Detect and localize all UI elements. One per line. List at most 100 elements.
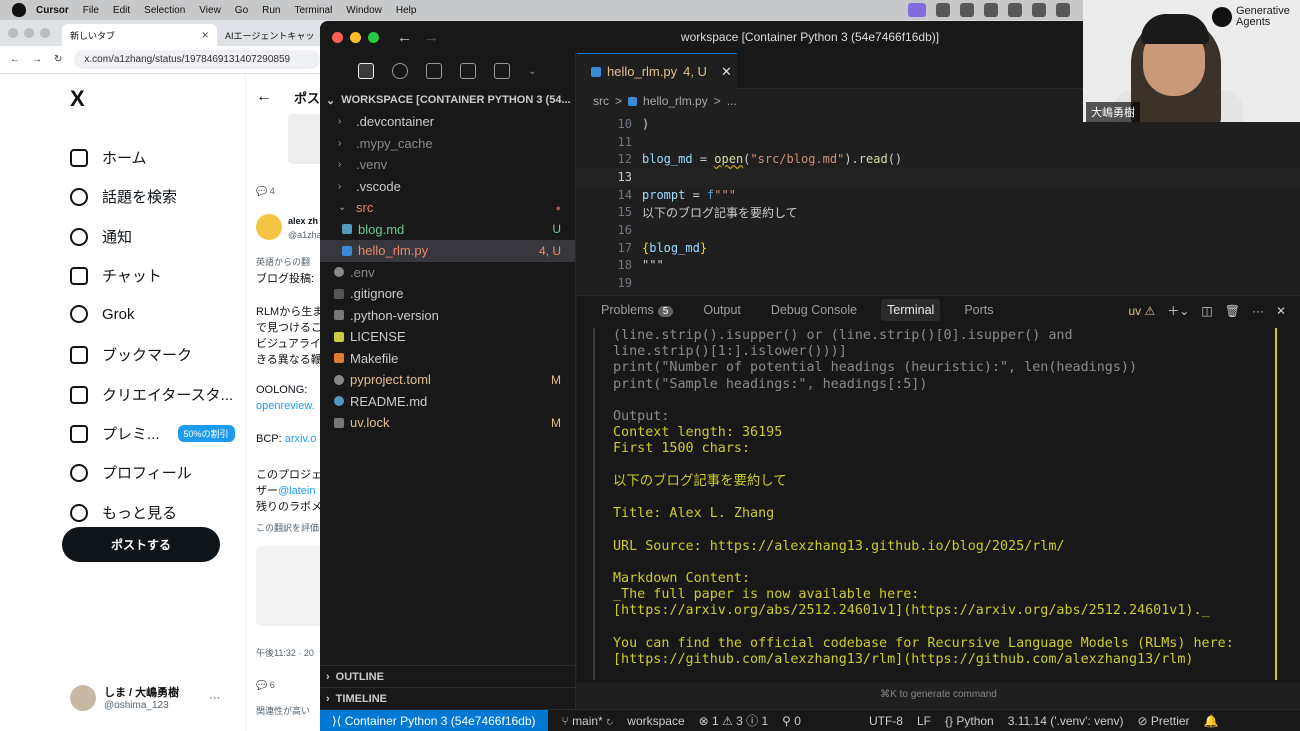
- author-name[interactable]: alex zh: [288, 216, 318, 226]
- split-terminal-icon[interactable]: ◫: [1201, 304, 1212, 318]
- python-interpreter[interactable]: 3.11.14 ('.venv': venv): [1008, 714, 1124, 728]
- sort-replies[interactable]: 関連性が高い: [256, 704, 310, 717]
- post-link[interactable]: arxiv.o: [285, 433, 317, 445]
- tree-file-uv-lock[interactable]: uv.lock M: [320, 412, 575, 434]
- close-icon[interactable]: ✕: [201, 30, 209, 41]
- tree-file-python-version[interactable]: .python-version: [320, 305, 575, 327]
- tree-file-readme[interactable]: README.md: [320, 391, 575, 413]
- apple-icon[interactable]: [12, 3, 26, 17]
- nav-profile[interactable]: プロフィール: [70, 462, 192, 483]
- extensions-icon[interactable]: [460, 63, 476, 79]
- back-arrow-icon[interactable]: ←: [10, 54, 20, 65]
- forward-arrow-icon[interactable]: →: [424, 29, 439, 46]
- menu-terminal[interactable]: Terminal: [295, 5, 333, 16]
- tree-folder-vscode[interactable]: › .vscode: [320, 176, 575, 198]
- tree-file-license[interactable]: LICENSE: [320, 326, 575, 348]
- menu-edit[interactable]: Edit: [113, 5, 130, 16]
- nav-creator-studio[interactable]: クリエイタースタ...: [70, 384, 233, 405]
- tree-file-pyproject[interactable]: pyproject.toml M: [320, 369, 575, 391]
- trash-icon[interactable]: 🗑: [1225, 304, 1240, 318]
- account-switcher[interactable]: しま / 大嶋勇樹 @oshima_123 ···: [70, 684, 220, 711]
- forward-arrow-icon[interactable]: →: [32, 54, 42, 65]
- editor-tab-hello-rlm[interactable]: hello_rlm.py 4, U ✕: [577, 53, 737, 89]
- menu-file[interactable]: File: [83, 5, 99, 16]
- bell-icon[interactable]: 🔔: [1204, 714, 1219, 728]
- post-button[interactable]: ポストする: [62, 527, 220, 562]
- tree-folder-mypy-cache[interactable]: › .mypy_cache: [320, 133, 575, 155]
- tree-file-hello-rlm[interactable]: hello_rlm.py 4, U: [320, 240, 575, 262]
- breadcrumb-item[interactable]: hello_rlm.py: [643, 94, 708, 108]
- tray-app-icon[interactable]: [1008, 3, 1022, 17]
- tree-folder-src[interactable]: ⌄ src ●: [320, 197, 575, 219]
- tree-folder-devcontainer[interactable]: › .devcontainer: [320, 111, 575, 133]
- tree-folder-venv[interactable]: › .venv: [320, 154, 575, 176]
- tab-output[interactable]: Output: [697, 299, 747, 321]
- chevron-down-icon[interactable]: ⌄: [528, 66, 536, 77]
- tree-file-env[interactable]: .env: [320, 262, 575, 284]
- code-editor[interactable]: 10) 11 12 blog_md = open("src/blog.md").r…: [577, 115, 1300, 295]
- tree-file-blog-md[interactable]: blog.md U: [320, 219, 575, 241]
- author-handle[interactable]: @a1zha: [288, 230, 322, 240]
- close-dot[interactable]: [332, 31, 343, 43]
- browser-tab-other[interactable]: AIエージェントキャッ: [217, 24, 322, 46]
- more-icon[interactable]: ···: [209, 692, 220, 704]
- minimize-dot[interactable]: [24, 28, 34, 38]
- rate-translation[interactable]: この翻訳を評価: [256, 521, 319, 534]
- files-icon[interactable]: [358, 63, 374, 79]
- close-dot[interactable]: [8, 28, 18, 38]
- eol[interactable]: LF: [917, 714, 931, 728]
- breadcrumb-item[interactable]: src: [593, 94, 609, 108]
- author-avatar[interactable]: [256, 214, 282, 240]
- reply-count[interactable]: 💬 6: [256, 680, 275, 691]
- language-mode[interactable]: {} Python: [945, 714, 994, 728]
- problems-summary[interactable]: ⊗ 1 ⚠ 3 ⓘ 1: [699, 712, 769, 729]
- nav-more[interactable]: もっと見る: [70, 502, 177, 523]
- mention-link[interactable]: @latein: [278, 485, 315, 497]
- outline-section[interactable]: › OUTLINE: [320, 665, 576, 687]
- tray-app-icon[interactable]: [1056, 3, 1070, 17]
- source-control-icon[interactable]: [426, 63, 442, 79]
- more-icon[interactable]: ···: [1252, 304, 1264, 318]
- tab-terminal[interactable]: Terminal: [881, 299, 941, 321]
- encoding[interactable]: UTF-8: [869, 714, 903, 728]
- add-terminal-icon[interactable]: ＋⌄: [1167, 302, 1189, 319]
- back-arrow-icon[interactable]: ←: [256, 88, 272, 106]
- back-arrow-icon[interactable]: ←: [397, 29, 412, 46]
- menu-app-name[interactable]: Cursor: [36, 5, 69, 16]
- reload-icon[interactable]: ↻: [54, 54, 62, 65]
- close-icon[interactable]: ✕: [721, 64, 732, 80]
- tab-problems[interactable]: Problems 5: [595, 299, 679, 321]
- nav-notifications[interactable]: 通知: [70, 226, 132, 247]
- screen-record-icon[interactable]: [908, 3, 926, 17]
- reply-count[interactable]: 💬 4: [256, 186, 275, 197]
- minimize-dot[interactable]: [350, 31, 361, 43]
- address-bar[interactable]: x.com/a1zhang/status/1978469131407290859: [74, 50, 320, 69]
- search-icon[interactable]: [392, 63, 408, 79]
- tab-ports[interactable]: Ports: [958, 299, 999, 321]
- nav-grok[interactable]: Grok: [70, 305, 135, 323]
- tab-debug-console[interactable]: Debug Console: [765, 299, 863, 321]
- nav-explore[interactable]: 話題を検索: [70, 186, 177, 207]
- nav-chat[interactable]: チャット: [70, 265, 162, 286]
- remote-explorer-icon[interactable]: [494, 63, 510, 79]
- zoom-dot[interactable]: [368, 31, 379, 43]
- menu-go[interactable]: Go: [235, 5, 248, 16]
- menu-run[interactable]: Run: [262, 5, 280, 16]
- git-branch[interactable]: ⑂ main* ↻: [562, 714, 614, 728]
- remote-indicator[interactable]: ⟩⟨ Container Python 3 (54e7466f16db): [320, 709, 548, 731]
- menu-help[interactable]: Help: [396, 5, 417, 16]
- tray-app-icon[interactable]: [936, 3, 950, 17]
- zoom-dot[interactable]: [40, 28, 50, 38]
- tray-app-icon[interactable]: [984, 3, 998, 17]
- menu-selection[interactable]: Selection: [144, 5, 185, 16]
- workspace-header[interactable]: ⌄ WORKSPACE [CONTAINER PYTHON 3 (54...: [320, 89, 575, 111]
- menu-window[interactable]: Window: [346, 5, 382, 16]
- terminal-profile[interactable]: uv ⚠: [1129, 304, 1156, 318]
- tray-app-icon[interactable]: [960, 3, 974, 17]
- tray-app-icon[interactable]: [1032, 3, 1046, 17]
- terminal-output[interactable]: (line.strip().isupper() or (line.strip()…: [613, 328, 1273, 678]
- tree-file-gitignore[interactable]: .gitignore: [320, 283, 575, 305]
- prettier-status[interactable]: ⊘ Prettier: [1137, 714, 1189, 728]
- browser-tab-new[interactable]: 新しいタブ ✕: [62, 24, 217, 46]
- timeline-section[interactable]: › TIMELINE: [320, 687, 576, 709]
